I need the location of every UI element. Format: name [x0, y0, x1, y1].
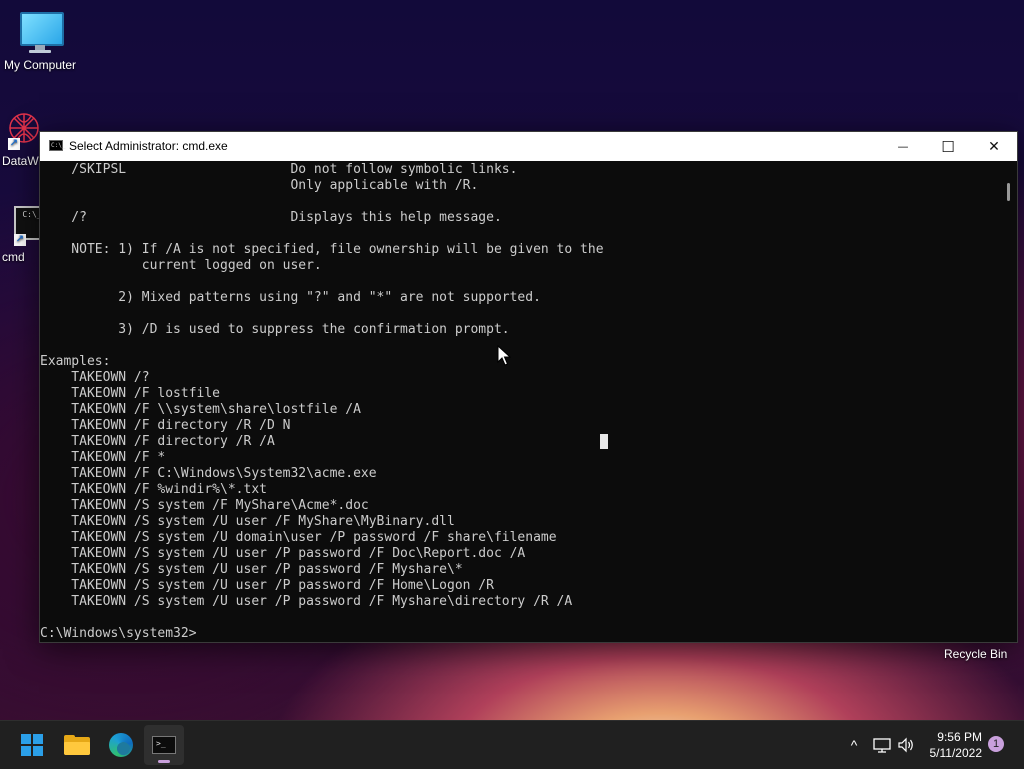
- folder-icon: [64, 735, 90, 755]
- desktop-icon-my-computer[interactable]: My Computer: [0, 10, 80, 72]
- console-line: /SKIPSL Do not follow symbolic links.: [40, 162, 518, 177]
- close-icon: ✕: [988, 138, 1000, 155]
- active-app-indicator: [158, 760, 170, 763]
- console-line: TAKEOWN /S system /U user /P password /F…: [40, 578, 494, 593]
- console-line: TAKEOWN /S system /U user /P password /F…: [40, 546, 526, 561]
- text-cursor: [600, 434, 608, 449]
- monitor-icon: [19, 10, 64, 54]
- console-line: TAKEOWN /F %windir%\*.txt: [40, 482, 267, 497]
- console-line: TAKEOWN /S system /F MyShare\Acme*.doc: [40, 498, 369, 513]
- console-line: Only applicable with /R.: [40, 178, 479, 193]
- close-button[interactable]: ✕: [971, 132, 1017, 161]
- recycle-bin-label[interactable]: Recycle Bin: [944, 647, 1007, 661]
- window-title: Select Administrator: cmd.exe: [69, 139, 228, 153]
- edge-button[interactable]: [101, 725, 141, 765]
- cmd-window[interactable]: C:\_ Select Administrator: cmd.exe — ☐ ✕…: [39, 131, 1018, 643]
- console-output[interactable]: /SKIPSL Do not follow symbolic links. On…: [40, 162, 1000, 640]
- clock[interactable]: 9:56 PM 5/11/2022: [922, 729, 983, 761]
- datawrap-icon: ↗: [0, 106, 44, 150]
- console-line: NOTE: 1) If /A is not specified, file ow…: [40, 242, 604, 257]
- clock-date: 5/11/2022: [929, 746, 983, 760]
- minimize-button[interactable]: —: [880, 132, 926, 161]
- shortcut-arrow-icon: ↗: [8, 138, 20, 150]
- console-line: TAKEOWN /F lostfile: [40, 386, 221, 401]
- console-line: C:\Windows\system32>: [40, 626, 197, 640]
- console-line: TAKEOWN /F \\system\share\lostfile /A: [40, 402, 361, 417]
- taskbar: >_ ^ 9:56 PM 5/11/2022: [0, 720, 1024, 769]
- network-button[interactable]: [870, 721, 894, 769]
- minimize-icon: —: [897, 140, 909, 153]
- show-hidden-icons-button[interactable]: ^: [842, 721, 866, 769]
- console-line: TAKEOWN /S system /U user /P password /F…: [40, 594, 573, 609]
- console-line: 3) /D is used to suppress the confirmati…: [40, 322, 510, 337]
- desktop-icon-label: My Computer: [3, 58, 77, 72]
- console-line: TAKEOWN /F directory /R /D N: [40, 418, 291, 433]
- console-line: TAKEOWN /S system /U user /F MyShare\MyB…: [40, 514, 455, 529]
- console-line: TAKEOWN /S system /U user /P password /F…: [40, 562, 463, 577]
- console-line: Examples:: [40, 354, 111, 369]
- windows-logo-icon: [21, 734, 43, 756]
- console-line: /? Displays this help message.: [40, 210, 502, 225]
- maximize-icon: ☐: [941, 137, 955, 156]
- clock-time: 9:56 PM: [937, 730, 982, 744]
- speaker-icon: [898, 737, 913, 753]
- vertical-scrollbar[interactable]: [1000, 162, 1017, 640]
- console-line: TAKEOWN /?: [40, 370, 150, 385]
- maximize-button[interactable]: ☐: [925, 132, 971, 161]
- console-line: TAKEOWN /F *: [40, 450, 166, 465]
- console-line: TAKEOWN /F directory /R /A: [40, 434, 275, 449]
- network-icon: [873, 738, 891, 753]
- start-button[interactable]: [12, 725, 52, 765]
- shortcut-arrow-icon: ↗: [14, 234, 26, 246]
- terminal-icon: >_: [152, 736, 176, 754]
- volume-button[interactable]: [894, 721, 918, 769]
- console-line: TAKEOWN /F C:\Windows\System32\acme.exe: [40, 466, 377, 481]
- console-line: TAKEOWN /S system /U domain\user /P pass…: [40, 530, 557, 545]
- title-bar[interactable]: C:\_ Select Administrator: cmd.exe — ☐ ✕: [40, 132, 1017, 161]
- chevron-up-icon: ^: [850, 737, 858, 753]
- cmd-window-icon: C:\_: [49, 140, 66, 151]
- console-line: 2) Mixed patterns using "?" and "*" are …: [40, 290, 541, 305]
- edge-icon: [109, 733, 133, 757]
- file-explorer-button[interactable]: [57, 725, 97, 765]
- terminal-button[interactable]: >_: [144, 725, 184, 765]
- scroll-thumb[interactable]: [1007, 183, 1010, 201]
- console-line: current logged on user.: [40, 258, 322, 273]
- mouse-pointer-icon: [497, 345, 511, 366]
- notification-badge[interactable]: 1: [988, 736, 1004, 752]
